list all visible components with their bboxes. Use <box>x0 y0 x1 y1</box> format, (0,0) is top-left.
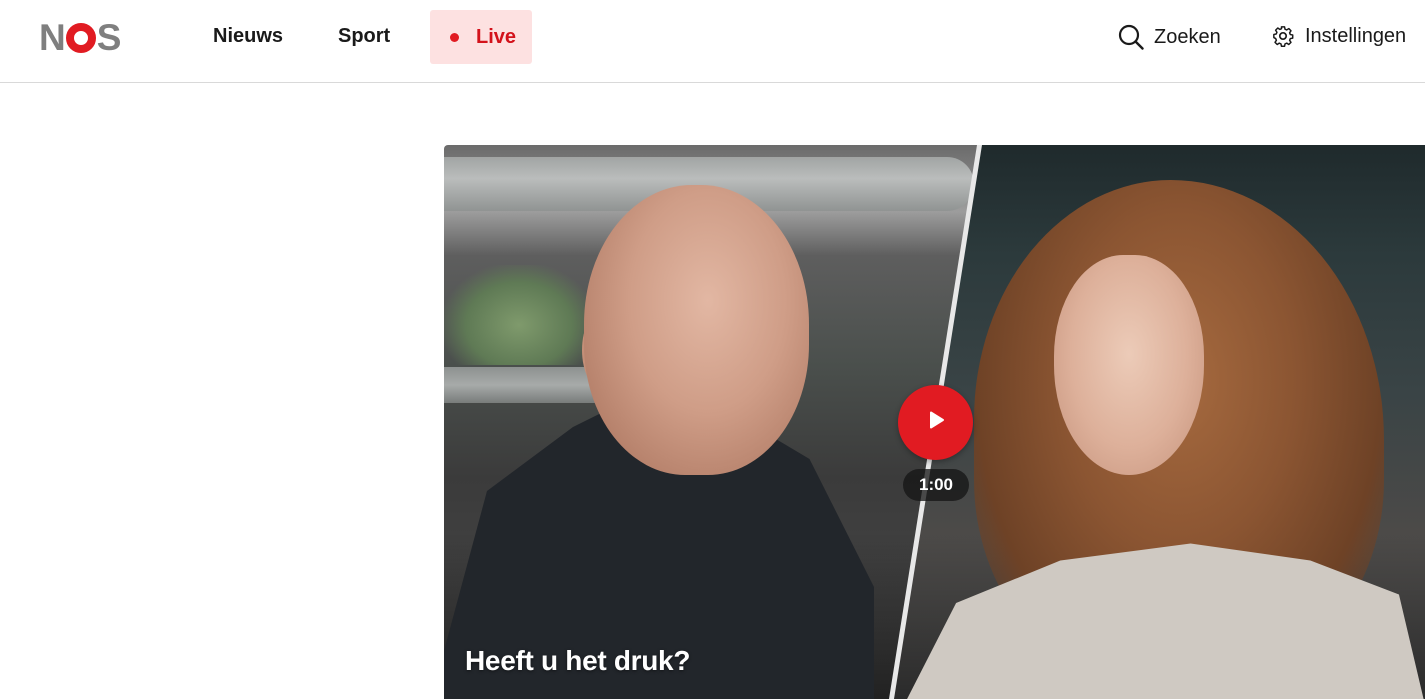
play-icon <box>925 409 947 436</box>
video-duration-badge: 1:00 <box>903 469 969 501</box>
gear-icon <box>1272 25 1294 47</box>
video-title[interactable]: Heeft u het druk? <box>465 643 690 679</box>
nos-logo[interactable]: N S <box>39 19 121 56</box>
settings-label: Instellingen <box>1305 25 1407 47</box>
search-icon <box>1118 24 1144 50</box>
nav-link-sport[interactable]: Sport <box>338 24 390 48</box>
play-button[interactable] <box>898 385 973 460</box>
search-button[interactable]: Zoeken <box>1118 24 1221 50</box>
nav-link-nieuws[interactable]: Nieuws <box>213 24 283 48</box>
nav-live-label: Live <box>476 25 517 48</box>
settings-button[interactable]: Instellingen <box>1272 24 1406 48</box>
live-dot-icon <box>450 32 459 42</box>
search-label: Zoeken <box>1154 26 1221 48</box>
video-card[interactable]: 1:00 Heeft u het druk? <box>444 145 1425 699</box>
site-header: N S Nieuws Sport Live Zoeken Instellinge… <box>0 0 1425 83</box>
nav-link-live[interactable]: Live <box>430 10 532 64</box>
